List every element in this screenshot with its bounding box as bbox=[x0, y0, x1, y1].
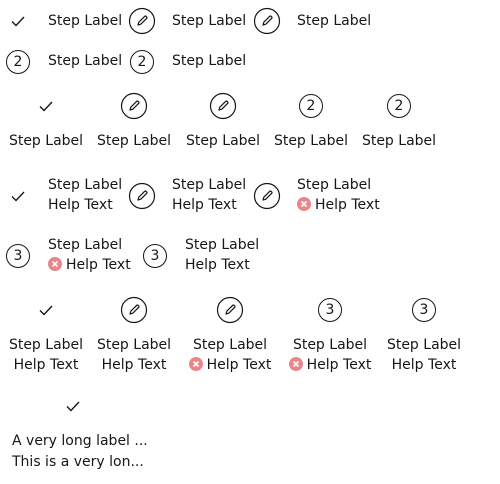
help-text: Help Text bbox=[306, 357, 372, 373]
help-text: Help Text bbox=[185, 257, 250, 273]
step-label[interactable]: Step Label bbox=[48, 235, 122, 255]
step-label-long[interactable]: A very long label ... bbox=[12, 431, 148, 451]
step-label[interactable]: Step Label bbox=[183, 131, 263, 151]
help-text: Help Text bbox=[13, 357, 79, 373]
step-label[interactable]: Step Label bbox=[48, 175, 122, 195]
step-label[interactable]: Step Label bbox=[172, 11, 246, 31]
step-label[interactable]: Step Label bbox=[6, 131, 86, 151]
step-label[interactable]: Step Label bbox=[6, 335, 86, 355]
help-text: Help Text bbox=[172, 197, 237, 213]
help-text-error: Help Text bbox=[297, 195, 380, 215]
step-number-icon: 3 bbox=[6, 244, 30, 268]
step-label[interactable]: Step Label bbox=[297, 175, 371, 195]
step-label[interactable]: Step Label bbox=[297, 11, 371, 31]
step-label[interactable]: Step Label bbox=[271, 131, 351, 151]
step-number-icon: 3 bbox=[412, 298, 436, 322]
step-label[interactable]: Step Label bbox=[48, 51, 122, 71]
pencil-icon bbox=[128, 182, 156, 210]
pencil-icon bbox=[253, 7, 281, 35]
pencil-icon bbox=[216, 296, 244, 324]
help-text: Help Text bbox=[48, 197, 113, 213]
step-label[interactable]: Step Label bbox=[384, 335, 464, 355]
help-text-long: This is a very lon... bbox=[12, 454, 144, 470]
step-number-icon: 2 bbox=[387, 94, 411, 118]
step-label[interactable]: Step Label bbox=[290, 335, 370, 355]
help-text: Help Text bbox=[101, 357, 167, 373]
step-label[interactable]: Step Label bbox=[190, 335, 270, 355]
checkmark-icon bbox=[32, 92, 60, 120]
help-text: Help Text bbox=[66, 257, 131, 273]
step-label[interactable]: Step Label bbox=[172, 175, 246, 195]
help-text-error: Help Text bbox=[48, 255, 131, 275]
step-number-icon: 2 bbox=[6, 50, 30, 74]
checkmark-icon bbox=[4, 182, 32, 210]
help-text: Help Text bbox=[315, 197, 380, 213]
checkmark-icon bbox=[32, 296, 60, 324]
checkmark-icon bbox=[4, 7, 32, 35]
checkmark-icon bbox=[59, 392, 87, 420]
pencil-icon bbox=[209, 92, 237, 120]
help-text: Help Text bbox=[206, 357, 272, 373]
step-label[interactable]: Step Label bbox=[359, 131, 439, 151]
step-label[interactable]: Step Label bbox=[185, 235, 259, 255]
pencil-icon bbox=[253, 182, 281, 210]
step-label[interactable]: Step Label bbox=[172, 51, 246, 71]
step-number-icon: 2 bbox=[130, 50, 154, 74]
step-label[interactable]: Step Label bbox=[94, 335, 174, 355]
error-icon bbox=[188, 357, 203, 371]
pencil-icon bbox=[128, 7, 156, 35]
step-number-icon: 2 bbox=[299, 94, 323, 118]
error-icon bbox=[288, 357, 303, 371]
help-text-error: Help Text bbox=[284, 355, 376, 375]
step-number-icon: 3 bbox=[318, 298, 342, 322]
help-text-error: Help Text bbox=[184, 355, 276, 375]
error-icon bbox=[297, 197, 311, 211]
step-label[interactable]: Step Label bbox=[94, 131, 174, 151]
help-text: Help Text bbox=[391, 357, 457, 373]
step-label[interactable]: Step Label bbox=[48, 11, 122, 31]
error-icon bbox=[48, 257, 62, 271]
pencil-icon bbox=[120, 92, 148, 120]
pencil-icon bbox=[120, 296, 148, 324]
step-number-icon: 3 bbox=[143, 244, 167, 268]
